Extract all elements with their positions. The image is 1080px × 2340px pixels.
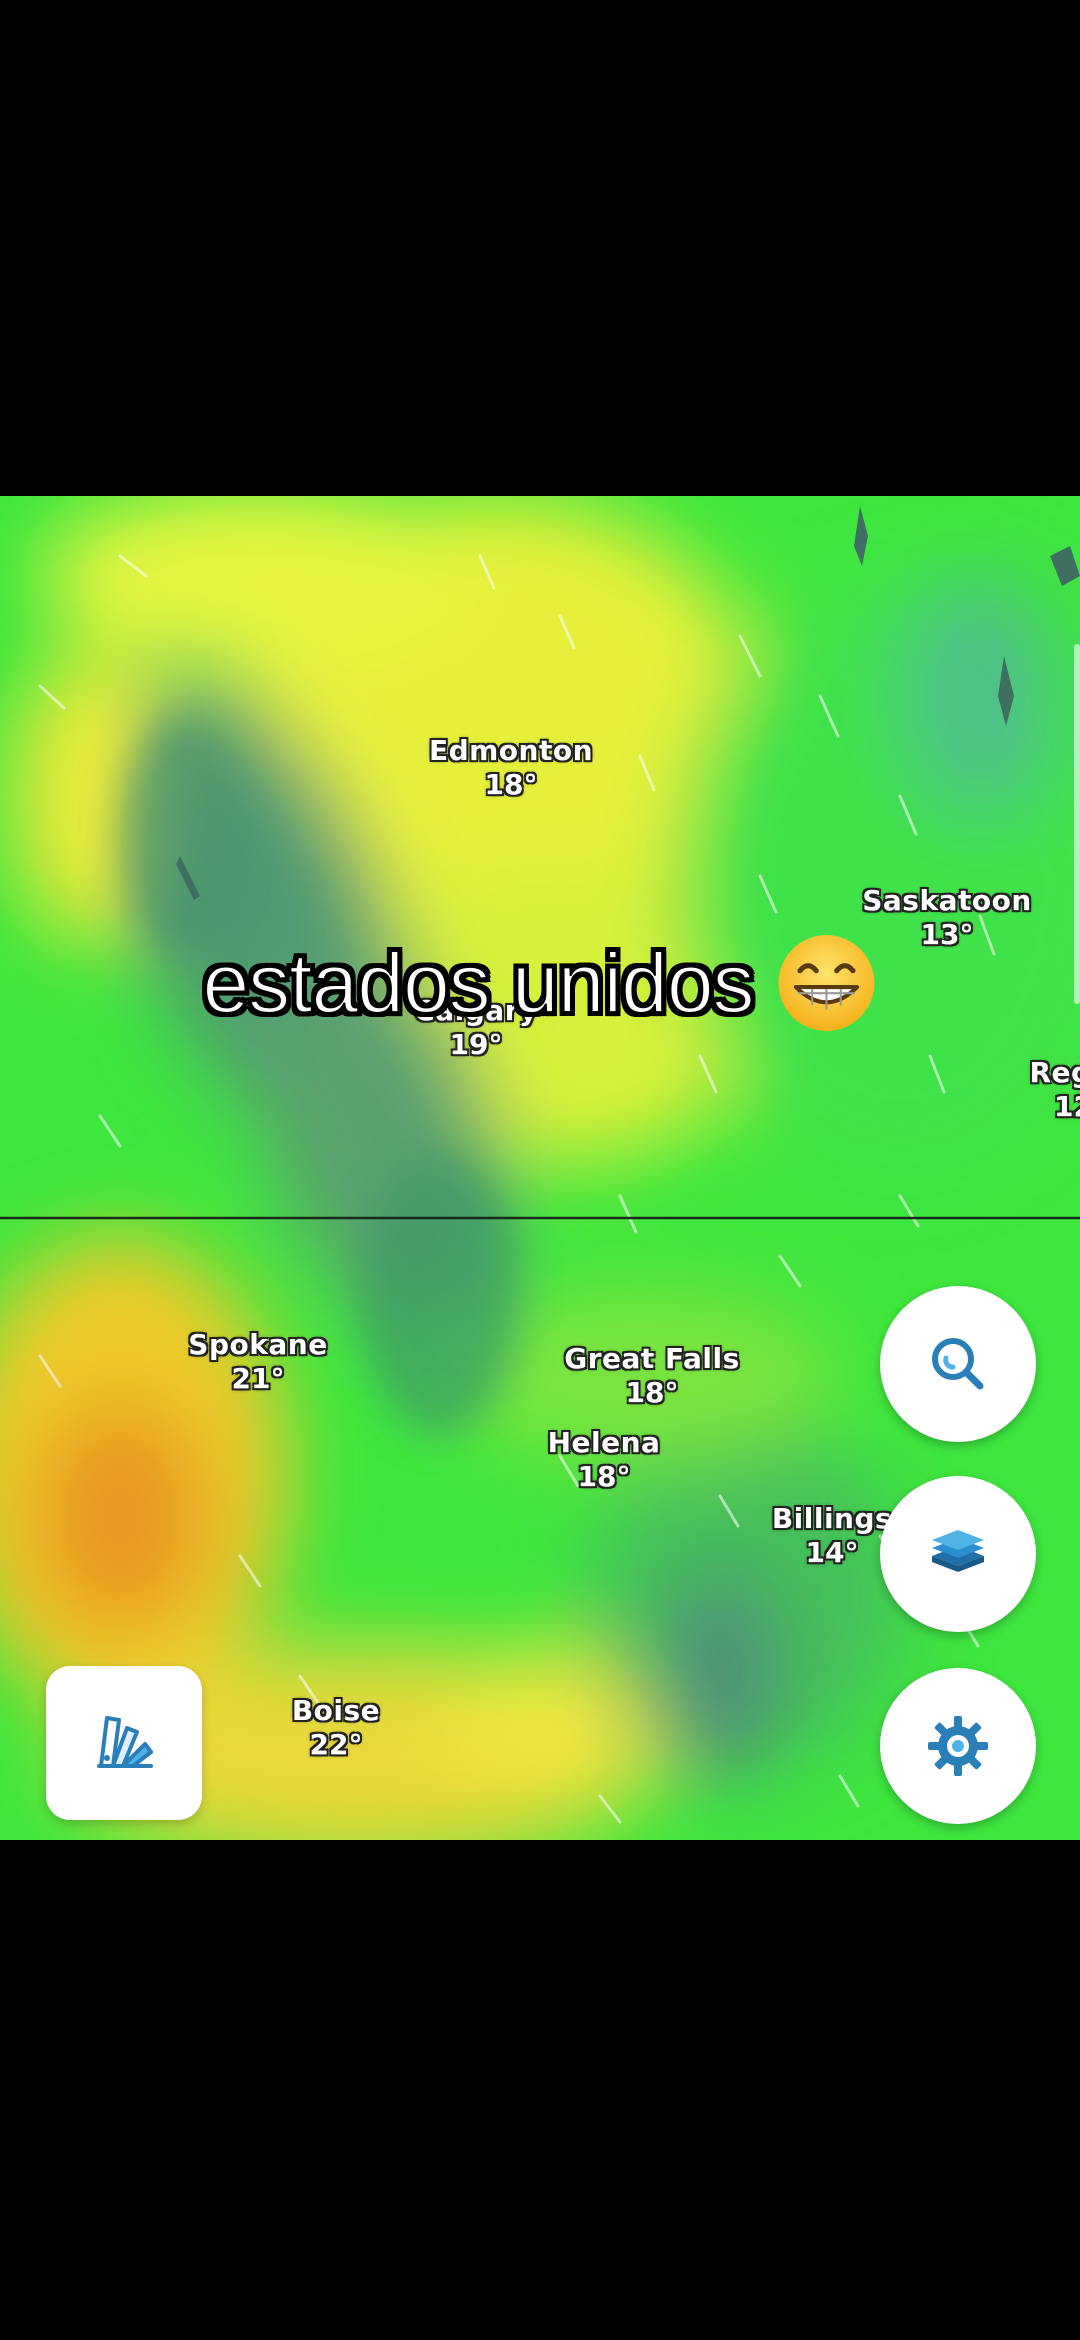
- screen: Edmonton 18° Saskatoon 13° Calgary 19° R…: [0, 0, 1080, 2340]
- color-palette-icon: [97, 1716, 153, 1768]
- city-label-helena[interactable]: Helena 18°: [548, 1426, 661, 1493]
- city-name: Edmonton: [428, 734, 594, 767]
- city-name: Spokane: [188, 1328, 328, 1361]
- city-label-edmonton[interactable]: Edmonton 18°: [429, 734, 593, 801]
- temperature-overlay: [0, 496, 1080, 1840]
- city-name: Billings: [771, 1502, 893, 1535]
- grinning-face-emoji-icon: [778, 935, 875, 1031]
- city-name: Boise: [291, 1694, 381, 1727]
- search-location-icon: [932, 1338, 984, 1390]
- city-name: Saskatoon: [862, 884, 1032, 917]
- gear-icon: [928, 1716, 988, 1776]
- city-temp: 18°: [577, 1459, 631, 1493]
- city-temp: 12: [1054, 1089, 1080, 1123]
- city-name: Reg: [1029, 1056, 1080, 1089]
- legend-button[interactable]: [46, 1666, 202, 1820]
- city-temp: 14°: [805, 1535, 859, 1569]
- city-name: Great Falls: [564, 1342, 740, 1375]
- right-edge-handle[interactable]: [1074, 644, 1080, 1004]
- layers-icon: [932, 1530, 984, 1572]
- city-label-billings[interactable]: Billings 14°: [772, 1502, 892, 1569]
- city-label-great-falls[interactable]: Great Falls 18°: [564, 1342, 740, 1409]
- city-temp: 13°: [920, 917, 974, 951]
- search-location-button[interactable]: [880, 1286, 1036, 1442]
- caption-text: estados unidos: [201, 935, 755, 1031]
- city-temp: 22°: [309, 1727, 363, 1761]
- city-label-boise[interactable]: Boise 22°: [292, 1694, 380, 1761]
- settings-button[interactable]: [880, 1668, 1036, 1824]
- layers-button[interactable]: [880, 1476, 1036, 1632]
- city-temp: 18°: [484, 767, 538, 801]
- city-label-saskatoon[interactable]: Saskatoon 13°: [862, 884, 1032, 951]
- video-caption: estados unidos: [201, 932, 877, 1034]
- weather-map[interactable]: [0, 496, 1080, 1840]
- city-label-regina[interactable]: Reg 12: [1028, 1056, 1080, 1123]
- city-name: Helena: [547, 1426, 661, 1459]
- city-temp: 21°: [231, 1361, 285, 1395]
- city-label-spokane[interactable]: Spokane 21°: [188, 1328, 327, 1395]
- city-temp: 18°: [625, 1375, 679, 1409]
